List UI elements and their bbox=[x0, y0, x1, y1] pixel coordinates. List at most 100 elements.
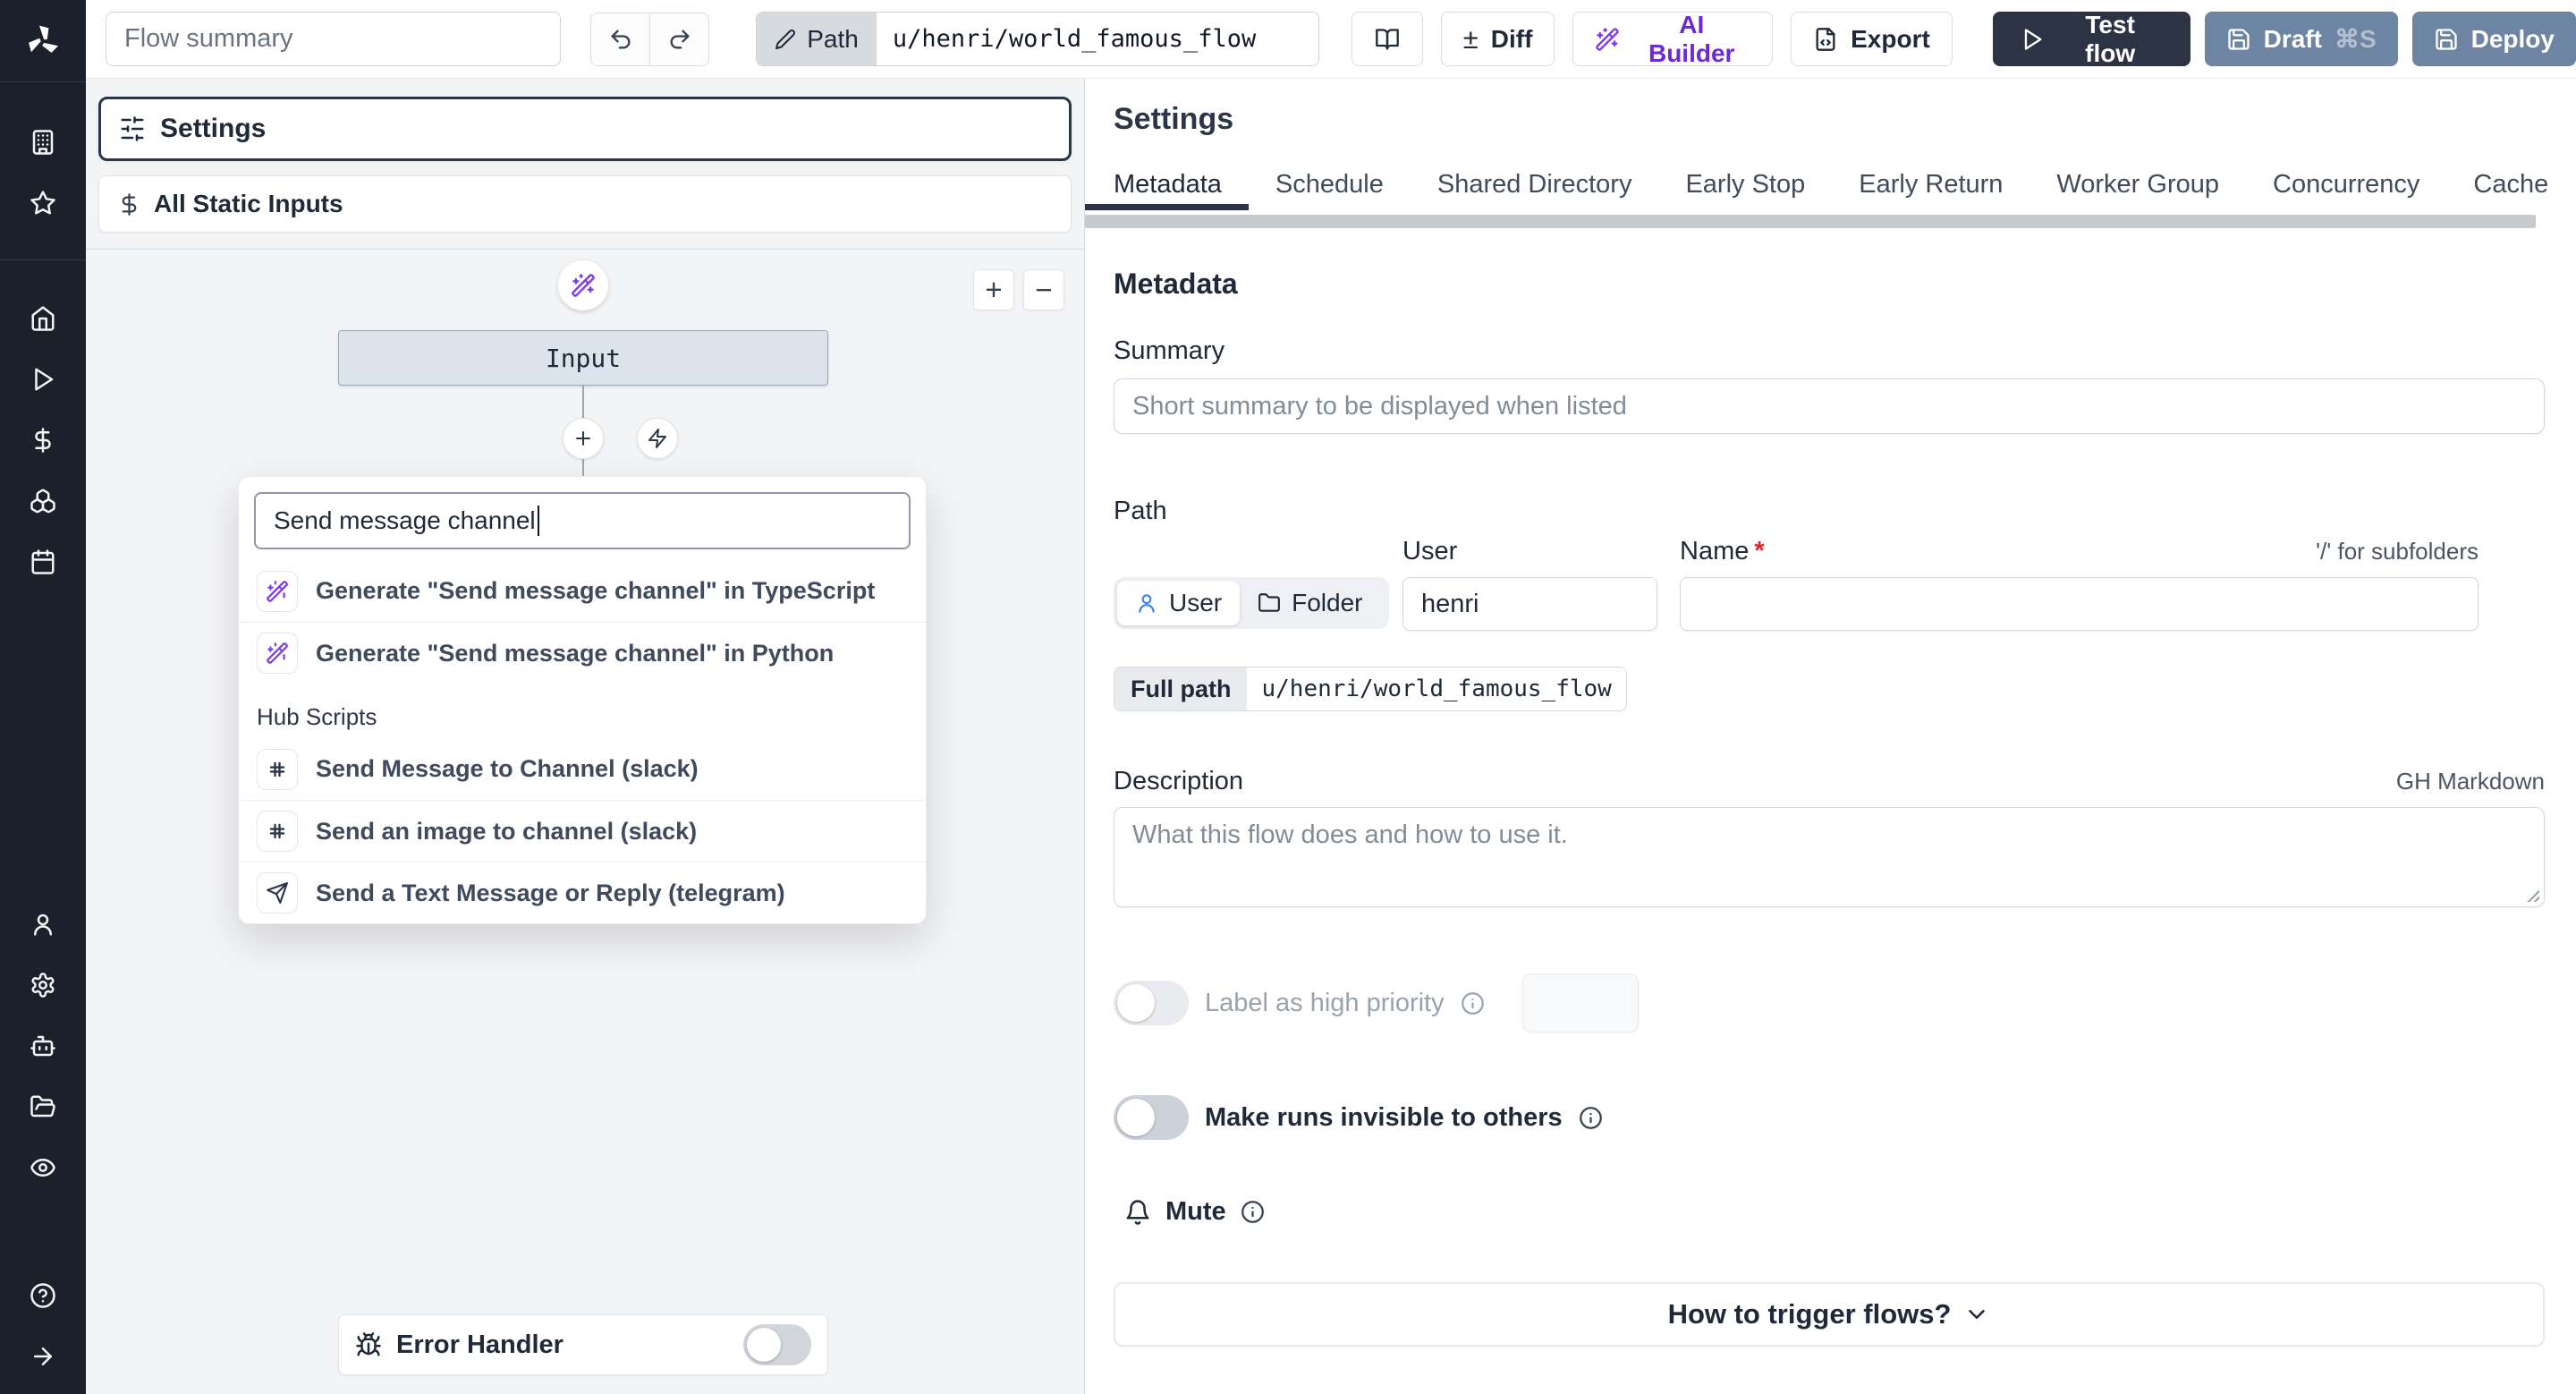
info-icon[interactable] bbox=[1579, 1106, 1603, 1130]
windmill-logo[interactable] bbox=[0, 0, 86, 82]
error-handler-toggle[interactable] bbox=[743, 1324, 811, 1365]
flow-summary-input[interactable] bbox=[106, 12, 561, 66]
path-section-label: Path bbox=[1114, 497, 1167, 525]
folder-icon bbox=[1258, 593, 1281, 612]
how-to-trigger-accordion[interactable]: How to trigger flows? bbox=[1114, 1282, 2545, 1347]
result-slack-send-image[interactable]: Send an image to channel (slack) bbox=[239, 800, 926, 862]
wand-icon bbox=[267, 642, 288, 664]
info-icon[interactable] bbox=[1241, 1200, 1265, 1224]
book-open-icon bbox=[1376, 28, 1399, 50]
scrollbar-thumb[interactable] bbox=[1085, 215, 2536, 228]
owner-user-segment[interactable]: User bbox=[1117, 581, 1241, 625]
send-icon bbox=[267, 882, 288, 904]
collapse-arrow-icon[interactable] bbox=[30, 1343, 56, 1370]
tab-worker-group[interactable]: Worker Group bbox=[2029, 158, 2246, 210]
subfolder-hint: '/' for subfolders bbox=[2316, 538, 2479, 565]
user-input[interactable] bbox=[1402, 577, 1657, 631]
markdown-hint: GH Markdown bbox=[2395, 768, 2545, 795]
save-icon bbox=[2227, 28, 2250, 50]
input-node[interactable]: Input bbox=[338, 330, 828, 386]
path-edit-label[interactable]: Path bbox=[757, 13, 877, 65]
info-icon[interactable] bbox=[1461, 991, 1485, 1016]
add-step-button[interactable] bbox=[563, 418, 604, 459]
static-inputs-node[interactable]: All Static Inputs bbox=[98, 175, 1072, 233]
hub-scripts-section-label: Hub Scripts bbox=[257, 703, 377, 730]
owner-folder-segment[interactable]: Folder bbox=[1240, 581, 1380, 625]
mute-label: Mute bbox=[1165, 1197, 1226, 1226]
undo-button[interactable] bbox=[590, 13, 650, 65]
trigger-accordion-label: How to trigger flows? bbox=[1667, 1298, 1952, 1330]
high-priority-toggle[interactable] bbox=[1114, 981, 1189, 1025]
description-textarea[interactable] bbox=[1114, 807, 2545, 907]
schedules-calendar-icon[interactable] bbox=[30, 548, 56, 575]
app-sidebar bbox=[0, 0, 86, 1394]
result-generate-typescript[interactable]: Generate "Send message channel" in TypeS… bbox=[239, 560, 926, 622]
bell-icon bbox=[1126, 1199, 1149, 1225]
path-value-input[interactable] bbox=[876, 13, 1318, 65]
full-path-value: u/henri/world_famous_flow bbox=[1247, 667, 1626, 710]
workers-bot-icon[interactable] bbox=[30, 1033, 56, 1059]
users-icon[interactable] bbox=[30, 911, 56, 938]
result-telegram-send-message[interactable]: Send a Text Message or Reply (telegram) bbox=[239, 862, 926, 923]
step-search-input[interactable]: Send message channel bbox=[254, 492, 911, 549]
folders-icon[interactable] bbox=[30, 1093, 56, 1120]
result-slack-send-message[interactable]: Send Message to Channel (slack) bbox=[239, 738, 926, 800]
summary-input[interactable] bbox=[1114, 378, 2545, 434]
flow-settings-node[interactable]: Settings bbox=[98, 97, 1072, 161]
flow-graph-panel: Settings All Static Inputs + − Input Sen… bbox=[86, 79, 1084, 1394]
flow-canvas[interactable]: + − Input Send message channel Generate … bbox=[86, 250, 1084, 1394]
favorites-star-icon[interactable] bbox=[30, 190, 56, 217]
undo-redo-group bbox=[589, 12, 710, 66]
draft-button[interactable]: Draft ⌘S bbox=[2204, 12, 2398, 66]
user-icon bbox=[1139, 594, 1155, 613]
full-path-label: Full path bbox=[1114, 667, 1248, 710]
draft-shortcut: ⌘S bbox=[2334, 25, 2377, 53]
diff-button[interactable]: ± Diff bbox=[1440, 12, 1555, 66]
invisible-runs-toggle[interactable] bbox=[1114, 1095, 1189, 1140]
tab-early-return[interactable]: Early Return bbox=[1832, 158, 2029, 210]
variables-dollar-icon[interactable] bbox=[30, 427, 56, 454]
result-generate-python[interactable]: Generate "Send message channel" in Pytho… bbox=[239, 622, 926, 684]
home-icon[interactable] bbox=[30, 305, 56, 332]
test-flow-button[interactable]: Test flow bbox=[1992, 11, 2190, 67]
zoom-out-button[interactable]: − bbox=[1023, 269, 1064, 310]
step-picker-dropdown: Send message channel Generate "Send mess… bbox=[238, 476, 927, 924]
slack-icon bbox=[269, 823, 285, 839]
tab-early-stop[interactable]: Early Stop bbox=[1658, 158, 1832, 210]
path-pill[interactable]: Path bbox=[756, 12, 1319, 66]
redo-button[interactable] bbox=[649, 13, 709, 65]
resources-boxes-icon[interactable] bbox=[30, 488, 56, 514]
workspace-building-icon[interactable] bbox=[30, 129, 56, 156]
audit-eye-icon[interactable] bbox=[30, 1154, 56, 1181]
tab-cache[interactable]: Cache bbox=[2446, 158, 2575, 210]
tab-schedule[interactable]: Schedule bbox=[1249, 158, 1411, 210]
error-handler-label: Error Handler bbox=[396, 1330, 564, 1359]
dollar-icon bbox=[122, 192, 137, 216]
export-button[interactable]: Export bbox=[1791, 12, 1953, 66]
flow-settings-label: Settings bbox=[160, 114, 267, 143]
tab-shared-directory[interactable]: Shared Directory bbox=[1411, 158, 1659, 210]
wand-icon bbox=[267, 580, 288, 602]
tab-metadata[interactable]: Metadata bbox=[1085, 158, 1249, 210]
sliders-icon bbox=[121, 116, 144, 141]
save-icon bbox=[2435, 28, 2457, 50]
summary-label: Summary bbox=[1114, 336, 1225, 365]
step-search-value: Send message channel bbox=[274, 506, 536, 534]
ai-flow-fab[interactable] bbox=[558, 260, 608, 310]
error-handler-node[interactable]: Error Handler bbox=[338, 1314, 828, 1375]
tabs-scrollbar[interactable] bbox=[1085, 215, 2576, 228]
flow-name-input[interactable] bbox=[1680, 577, 2479, 631]
runs-play-icon[interactable] bbox=[30, 366, 56, 393]
ai-builder-button[interactable]: AI Builder bbox=[1572, 11, 1774, 67]
add-trigger-button[interactable] bbox=[637, 418, 678, 459]
settings-gear-icon[interactable] bbox=[30, 972, 56, 999]
docs-button[interactable] bbox=[1351, 12, 1423, 66]
text-caret bbox=[537, 506, 539, 536]
help-icon[interactable] bbox=[30, 1282, 56, 1309]
required-asterisk: * bbox=[1754, 537, 1765, 565]
deploy-button[interactable]: Deploy bbox=[2411, 12, 2576, 66]
tab-concurrency[interactable]: Concurrency bbox=[2246, 158, 2446, 210]
topbar: Path ± Diff AI Builder Export Test flow … bbox=[86, 0, 2576, 79]
play-icon bbox=[2024, 28, 2042, 50]
zoom-in-button[interactable]: + bbox=[973, 269, 1014, 310]
